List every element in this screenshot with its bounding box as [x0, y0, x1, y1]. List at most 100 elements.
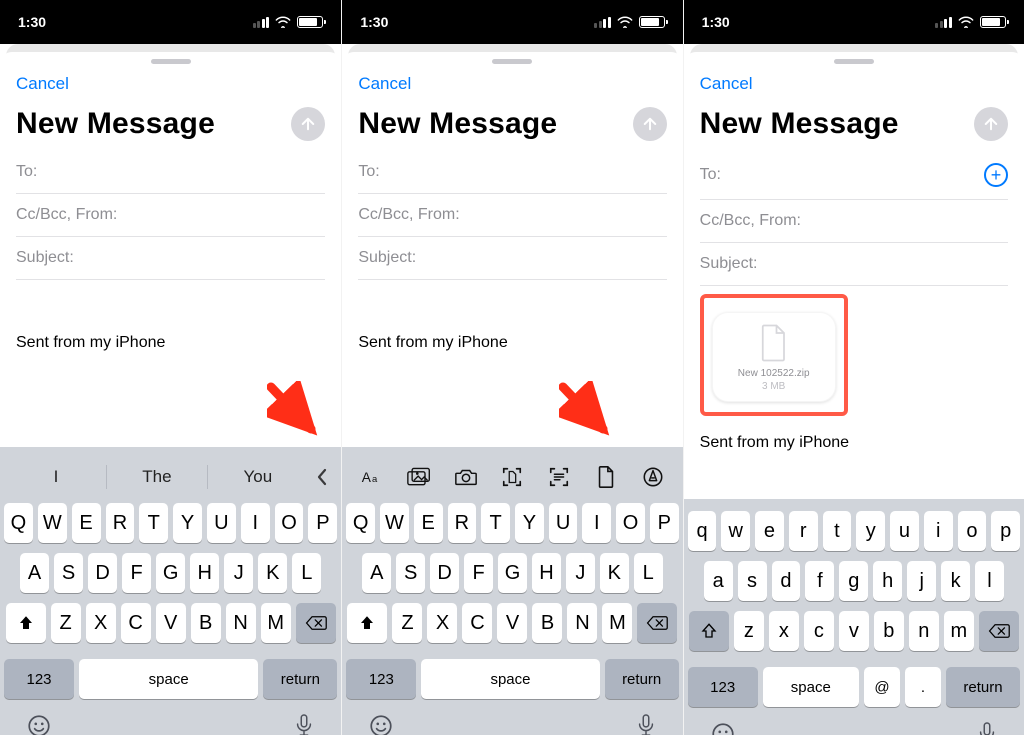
- to-field[interactable]: To: +: [700, 151, 1008, 200]
- keyboard: qwertyuiop asdfghjkl zxcvbnm 123 space @: [684, 499, 1024, 735]
- numbers-key[interactable]: 123: [4, 659, 74, 699]
- attachment-chip[interactable]: New 102522.zip 3 MB: [712, 312, 836, 402]
- statusbar: 1:30: [342, 0, 682, 44]
- cancel-button[interactable]: Cancel: [358, 74, 411, 94]
- return-key[interactable]: return: [605, 659, 679, 699]
- camera-icon[interactable]: [451, 462, 481, 492]
- return-key[interactable]: return: [946, 667, 1020, 707]
- space-key[interactable]: space: [79, 659, 258, 699]
- key-u[interactable]: U: [207, 503, 236, 543]
- sheet-grabber[interactable]: [834, 59, 874, 64]
- key-x[interactable]: X: [86, 603, 116, 643]
- key-e[interactable]: E: [72, 503, 101, 543]
- suggestion-2[interactable]: The: [107, 467, 207, 487]
- key-n[interactable]: N: [226, 603, 256, 643]
- space-key[interactable]: space: [421, 659, 599, 699]
- annotation-arrow: [267, 381, 327, 441]
- document-icon: [759, 324, 789, 362]
- compose-sheet: Cancel New Message To: Cc/Bcc, From: Sub…: [0, 52, 341, 735]
- ccbcc-field[interactable]: Cc/Bcc, From:: [16, 194, 325, 237]
- key-s[interactable]: S: [54, 553, 83, 593]
- send-button[interactable]: [633, 107, 667, 141]
- scan-document-icon[interactable]: [497, 462, 527, 492]
- key-o[interactable]: O: [275, 503, 304, 543]
- numbers-key[interactable]: 123: [346, 659, 416, 699]
- backspace-key[interactable]: [979, 611, 1019, 651]
- key-g[interactable]: G: [156, 553, 185, 593]
- backspace-key[interactable]: [637, 603, 677, 643]
- attachment-size: 3 MB: [720, 381, 828, 392]
- at-key[interactable]: @: [864, 667, 900, 707]
- cancel-button[interactable]: Cancel: [700, 74, 753, 94]
- shift-key[interactable]: [689, 611, 729, 651]
- key-q[interactable]: Q: [4, 503, 33, 543]
- dictation-key[interactable]: [635, 713, 657, 735]
- key-p[interactable]: P: [308, 503, 337, 543]
- ccbcc-field[interactable]: Cc/Bcc, From:: [700, 200, 1008, 243]
- markup-icon[interactable]: [638, 462, 668, 492]
- message-body[interactable]: New 102522.zip 3 MB Sent from my iPhone: [684, 286, 1024, 470]
- cancel-button[interactable]: Cancel: [16, 74, 69, 94]
- dictation-key[interactable]: [976, 721, 998, 735]
- message-body[interactable]: Sent from my iPhone: [342, 280, 682, 370]
- to-field[interactable]: To:: [358, 151, 666, 194]
- key-c[interactable]: C: [121, 603, 151, 643]
- key-l[interactable]: L: [292, 553, 321, 593]
- dictation-key[interactable]: [293, 713, 315, 735]
- keyboard: I The You QWERTYUIOP ASDFGHJK: [0, 447, 341, 735]
- backspace-key[interactable]: [296, 603, 336, 643]
- attach-file-icon[interactable]: [591, 462, 621, 492]
- key-i[interactable]: I: [241, 503, 270, 543]
- emoji-key[interactable]: [368, 713, 394, 735]
- send-button[interactable]: [291, 107, 325, 141]
- key-j[interactable]: J: [224, 553, 253, 593]
- cellular-icon: [935, 17, 952, 28]
- space-key[interactable]: space: [763, 667, 859, 707]
- battery-icon: [639, 16, 665, 28]
- key-f[interactable]: F: [122, 553, 151, 593]
- subject-field[interactable]: Subject:: [16, 237, 325, 280]
- subject-field[interactable]: Subject:: [700, 243, 1008, 286]
- suggestion-1[interactable]: I: [6, 467, 106, 487]
- scan-text-icon[interactable]: [544, 462, 574, 492]
- cellular-icon: [253, 17, 270, 28]
- subject-field[interactable]: Subject:: [358, 237, 666, 280]
- subject-label: Subject:: [16, 249, 74, 267]
- return-key[interactable]: return: [263, 659, 337, 699]
- add-contact-button[interactable]: +: [984, 163, 1008, 187]
- emoji-key[interactable]: [26, 713, 52, 735]
- send-button[interactable]: [974, 107, 1008, 141]
- compose-sheet: Cancel New Message To: + Cc/Bcc, From: S…: [684, 52, 1024, 735]
- key-r[interactable]: R: [106, 503, 135, 543]
- insert-photo-icon[interactable]: [404, 462, 434, 492]
- key-z[interactable]: Z: [51, 603, 81, 643]
- sheet-grabber[interactable]: [492, 59, 532, 64]
- key-h[interactable]: H: [190, 553, 219, 593]
- key-b[interactable]: B: [191, 603, 221, 643]
- shift-key[interactable]: [6, 603, 46, 643]
- sheet-grabber[interactable]: [151, 59, 191, 64]
- message-body[interactable]: Sent from my iPhone: [0, 280, 341, 370]
- key-w[interactable]: W: [38, 503, 67, 543]
- key-a[interactable]: A: [20, 553, 49, 593]
- suggestion-3[interactable]: You: [208, 467, 308, 487]
- key-m[interactable]: M: [261, 603, 291, 643]
- to-field[interactable]: To:: [16, 151, 325, 194]
- expand-toolbar-button[interactable]: [308, 457, 336, 497]
- status-indicators: [935, 16, 1006, 28]
- screenshot-1: 1:30 Cancel New Message To: Cc/Bcc, F: [0, 0, 341, 735]
- key-k[interactable]: K: [258, 553, 287, 593]
- ccbcc-label: Cc/Bcc, From:: [16, 206, 117, 224]
- ccbcc-field[interactable]: Cc/Bcc, From:: [358, 194, 666, 237]
- signature-text: Sent from my iPhone: [700, 434, 1008, 452]
- key-v[interactable]: V: [156, 603, 186, 643]
- period-key[interactable]: .: [905, 667, 941, 707]
- screenshot-3: 1:30 Cancel New Message To: + Cc/Bcc, Fr…: [683, 0, 1024, 735]
- shift-key[interactable]: [347, 603, 387, 643]
- key-d[interactable]: D: [88, 553, 117, 593]
- format-text-icon[interactable]: Aa: [357, 462, 387, 492]
- key-t[interactable]: T: [139, 503, 168, 543]
- numbers-key[interactable]: 123: [688, 667, 758, 707]
- emoji-key[interactable]: [710, 721, 736, 735]
- key-y[interactable]: Y: [173, 503, 202, 543]
